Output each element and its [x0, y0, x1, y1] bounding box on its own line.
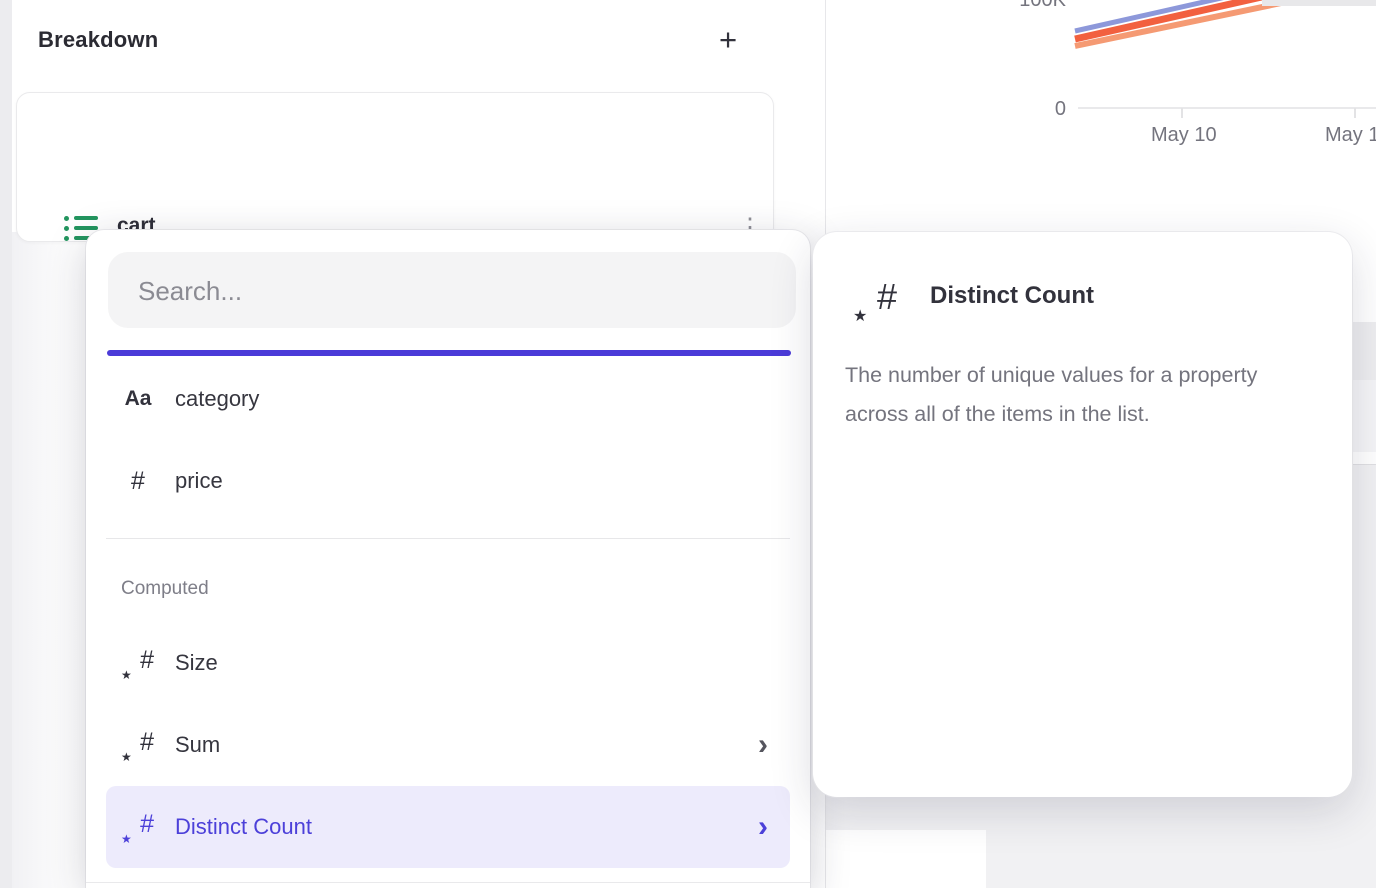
panel-background [12, 232, 88, 888]
dropdown-item-label: Distinct Count [175, 786, 312, 868]
popover-description: The number of unique values for a proper… [845, 356, 1320, 434]
breakdown-section-title: Breakdown [38, 27, 158, 53]
computed-section-label: Computed [121, 578, 209, 600]
text-type-icon: Aa [116, 358, 160, 440]
computed-number-icon: #★ [116, 786, 160, 868]
search-input[interactable] [136, 252, 780, 330]
dropdown-item-label: category [175, 358, 259, 440]
property-dropdown: Aa category # price Computed #★ Size #★ … [86, 230, 810, 888]
add-breakdown-button[interactable]: + [710, 22, 746, 58]
background-cell [826, 830, 986, 888]
number-type-icon: # [116, 440, 160, 522]
computed-number-icon: #★ [116, 704, 160, 786]
dropdown-item-label: price [175, 440, 223, 522]
x-axis-tick [1354, 108, 1356, 118]
x-axis-label-may12: May 12 [1325, 124, 1376, 147]
computed-number-icon: #★ [116, 622, 160, 704]
x-axis-label-may10: May 10 [1151, 124, 1217, 147]
y-axis-label-100k: 100K [1006, 0, 1066, 12]
x-axis-tick [1181, 108, 1183, 118]
chevron-right-icon: › [758, 704, 768, 786]
x-axis-line [1078, 107, 1376, 109]
search-box [108, 252, 796, 328]
dropdown-divider [86, 882, 810, 883]
popover-title: Distinct Count [930, 282, 1094, 310]
line-chart-panel: 100K 0 May 10 May 12 [826, 0, 1376, 225]
dropdown-divider [106, 538, 790, 539]
distinct-count-info-popover: #★ Distinct Count The number of unique v… [813, 232, 1352, 797]
chevron-right-icon: › [758, 786, 768, 868]
selected-item-indicator [107, 350, 791, 356]
dropdown-item-price[interactable]: # price [86, 440, 810, 522]
dropdown-item-label: Sum [175, 704, 220, 786]
breakdown-cart-card: cart ⋮ Aa brand [16, 92, 774, 242]
dropdown-item-size[interactable]: #★ Size [86, 622, 810, 704]
dropdown-item-distinct-count[interactable]: #★ Distinct Count › [106, 786, 790, 868]
dropdown-item-label: Size [175, 622, 218, 704]
y-axis-label-0: 0 [1006, 98, 1066, 121]
computed-number-icon: #★ [857, 276, 901, 320]
page-left-gutter [0, 0, 12, 888]
chart-lines [826, 0, 1376, 225]
dropdown-item-sum[interactable]: #★ Sum › [86, 704, 810, 786]
dropdown-item-category[interactable]: Aa category [86, 358, 810, 440]
